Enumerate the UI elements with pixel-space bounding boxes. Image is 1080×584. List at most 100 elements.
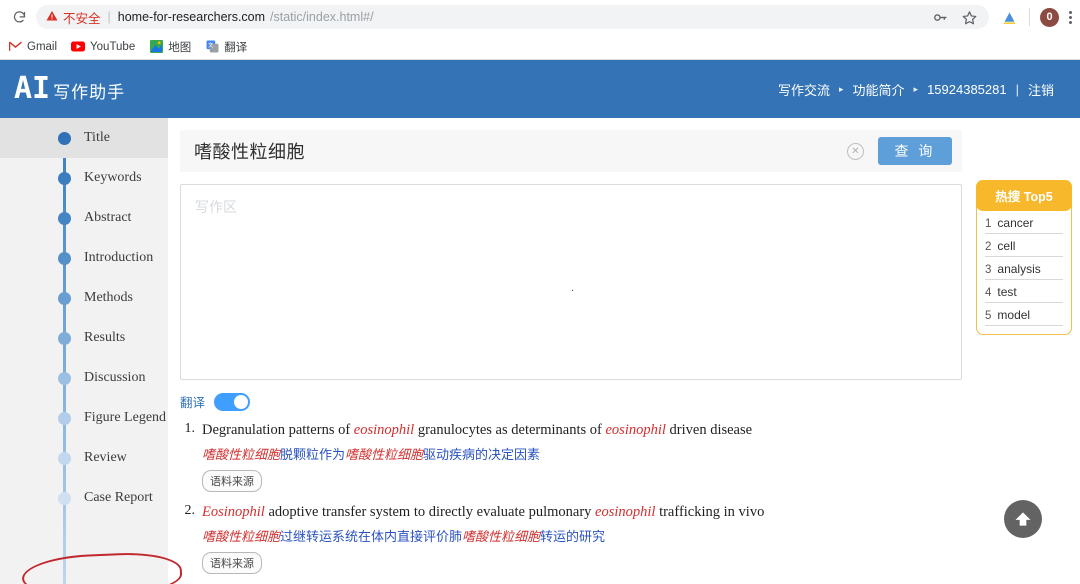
sidebar-list: Title Keywords Abstract Introduction Methods… (0, 118, 168, 518)
header-nav: 写作交流 ▸ 功能简介 ▸ 15924385281 | 注销 (778, 80, 1054, 99)
sidebar-item-figure-legend[interactable]: Figure Legend (0, 398, 168, 438)
warning-triangle-icon (46, 10, 58, 25)
arrow-up-icon (1015, 512, 1031, 526)
bookmark-youtube[interactable]: YouTube (71, 40, 135, 54)
bookmark-gmail[interactable]: Gmail (8, 40, 57, 54)
hot-search-word: cell (997, 239, 1016, 253)
toolbar-divider (1029, 8, 1030, 26)
hot-search-list: 1 cancer 2 cell 3 analysis 4 test 5 model (977, 211, 1071, 326)
sidebar-dot-icon (58, 451, 71, 465)
hot-search-item[interactable]: 5 model (985, 303, 1063, 326)
sidebar-dot-icon (58, 251, 71, 265)
sidebar-item-introduction[interactable]: Introduction (0, 238, 168, 278)
result-chinese-translation: 嗜酸性粒细胞脱颗粒作为嗜酸性粒细胞驱动疾病的决定因素 (202, 446, 541, 462)
hot-search-item[interactable]: 2 cell (985, 234, 1063, 257)
sidebar-dot-icon (58, 211, 71, 225)
hot-search-item[interactable]: 4 test (985, 280, 1063, 303)
sidebar-dot-icon (58, 171, 71, 185)
main-content: 嗜酸性粒细胞 ✕ 查 询 写作区 . 翻译 1. Degranulation pa… (168, 118, 1080, 584)
review-annotation-circle (21, 550, 183, 584)
brand-logo[interactable]: AI 写作助手 (14, 74, 125, 104)
translate-toggle[interactable] (214, 392, 251, 411)
toggle-knob (234, 394, 249, 409)
result-index: 2. (184, 503, 196, 519)
hot-search-rank: 3 (985, 264, 992, 276)
gmail-icon (8, 40, 22, 54)
sidebar-item-label: Figure Legend (84, 410, 167, 425)
hot-search-title: 热搜 Top5 (976, 180, 1072, 211)
sidebar-item-label: Title (84, 130, 110, 145)
sidebar-item-title[interactable]: Title (0, 118, 168, 158)
url-path: /static/index.html#/ (270, 10, 374, 24)
query-button[interactable]: 查 询 (878, 137, 952, 165)
chevron-right-icon: ▸ (913, 83, 919, 94)
sidebar-item-keywords[interactable]: Keywords (0, 158, 168, 198)
sidebar-item-review[interactable]: Review (0, 438, 168, 478)
logout-link[interactable]: 注销 (1028, 80, 1054, 99)
scroll-to-top-button[interactable] (1004, 500, 1042, 538)
sidebar-item-label: Discussion (84, 370, 146, 385)
omnibox-divider: | (107, 10, 111, 24)
hot-search-rank: 4 (985, 287, 992, 299)
sidebar-item-label: Case Report (84, 490, 153, 505)
translate-toggle-row: 翻译 (180, 392, 1080, 411)
sidebar-item-label: Abstract (84, 210, 132, 225)
sidebar-item-label: Introduction (84, 250, 154, 265)
result-index: 1. (184, 421, 196, 436)
extension-icon[interactable] (999, 7, 1019, 27)
logo-mark: AI (14, 71, 51, 106)
hot-search-word: test (997, 285, 1017, 299)
key-icon[interactable] (930, 7, 950, 27)
result-item: 1. Degranulation patterns of eosinophil g… (180, 421, 1080, 493)
sidebar-item-discussion[interactable]: Discussion (0, 358, 168, 398)
result-body: Eosinophil adoptive transfer system to d… (202, 503, 1080, 575)
sidebar-item-abstract[interactable]: Abstract (0, 198, 168, 238)
browser-toolbar: 不安全 | home-for-researchers.com /static/i… (0, 0, 1080, 34)
hot-search-item[interactable]: 3 analysis (985, 257, 1063, 280)
chevron-right-icon: ▸ (838, 83, 844, 94)
profile-avatar[interactable]: 0 (1040, 7, 1059, 27)
clear-icon[interactable]: ✕ (847, 142, 864, 160)
browser-chrome: 不安全 | home-for-researchers.com /static/i… (0, 0, 1080, 60)
bookmark-maps[interactable]: 地图 (149, 39, 191, 55)
sidebar-item-label: Methods (84, 290, 133, 305)
kebab-menu-icon[interactable] (1069, 10, 1072, 24)
logo-text: 写作助手 (53, 83, 126, 102)
bookmark-label: Gmail (27, 40, 58, 53)
hot-search-rank: 1 (985, 218, 992, 230)
search-bar: 嗜酸性粒细胞 ✕ 查 询 (180, 130, 962, 172)
bookmark-translate[interactable]: 文 翻译 (205, 39, 247, 55)
search-input[interactable]: 嗜酸性粒细胞 (194, 138, 847, 164)
bookmarks-bar: Gmail YouTube 地图 文 翻译 (0, 34, 1080, 60)
app-body: Title Keywords Abstract Introduction Methods… (0, 118, 1080, 584)
extensions-area: 0 (995, 7, 1072, 27)
sidebar: Title Keywords Abstract Introduction Methods… (0, 118, 183, 584)
reload-icon[interactable] (8, 6, 30, 28)
sidebar-item-results[interactable]: Results (0, 318, 168, 358)
sidebar-dot-icon (58, 331, 71, 345)
sidebar-dot-icon (58, 371, 71, 385)
sidebar-item-label: Review (84, 450, 127, 465)
hot-search-word: analysis (997, 262, 1041, 276)
address-bar[interactable]: 不安全 | home-for-researchers.com /static/i… (36, 5, 989, 29)
sidebar-item-methods[interactable]: Methods (0, 278, 168, 318)
corpus-source-button[interactable]: 语料来源 (202, 470, 262, 493)
sidebar-item-label: Results (84, 330, 126, 345)
youtube-icon (71, 40, 86, 54)
sidebar-dot-icon (58, 491, 71, 505)
translate-icon: 文 (205, 40, 219, 54)
app-header: AI 写作助手 写作交流 ▸ 功能简介 ▸ 15924385281 | 注销 (0, 60, 1080, 118)
url-host: home-for-researchers.com (117, 10, 266, 24)
nav-item-features[interactable]: 功能简介 (853, 80, 905, 99)
hot-search-item[interactable]: 1 cancer (985, 211, 1063, 234)
hot-search-word: model (997, 308, 1031, 322)
sidebar-item-case-report[interactable]: Case Report (0, 478, 168, 518)
result-english-text: Eosinophil adoptive transfer system to d… (202, 504, 765, 521)
corpus-source-button[interactable]: 语料来源 (202, 552, 262, 575)
nav-item-exchange[interactable]: 写作交流 (778, 80, 830, 99)
translate-label: 翻译 (180, 396, 206, 410)
writing-area[interactable]: 写作区 . (180, 184, 962, 380)
account-phone[interactable]: 15924385281 (927, 82, 1007, 97)
result-english-text: Degranulation patterns of eosinophil gra… (202, 422, 753, 438)
star-icon[interactable] (959, 7, 979, 27)
